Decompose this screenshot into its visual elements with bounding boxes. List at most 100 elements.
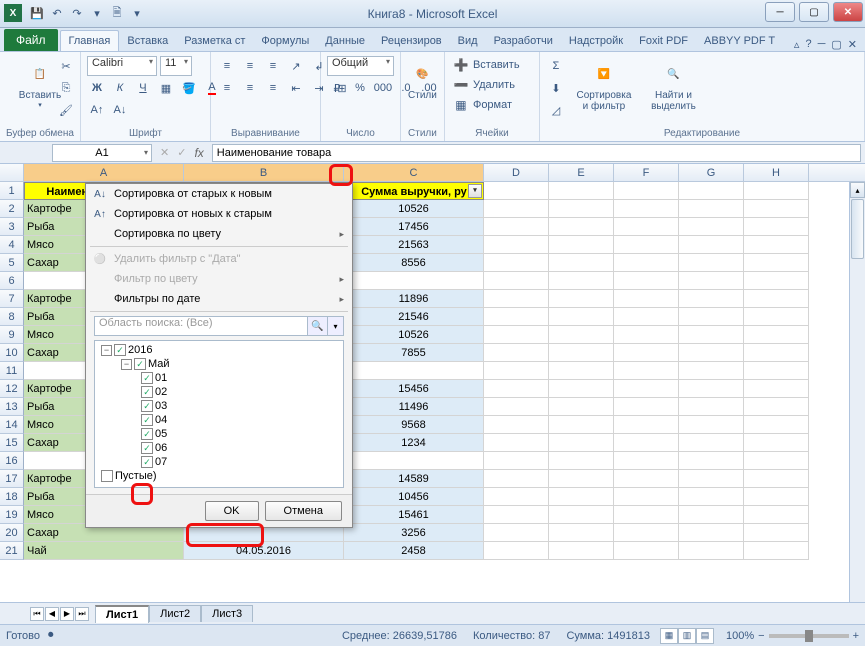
row-header[interactable]: 21 xyxy=(0,542,24,560)
row-header[interactable]: 8 xyxy=(0,308,24,326)
currency-button[interactable]: ₽ xyxy=(327,78,347,98)
confirm-formula-icon[interactable]: ✓ xyxy=(177,146,186,159)
cell[interactable] xyxy=(484,254,549,272)
font-size-select[interactable]: 11 xyxy=(160,56,192,76)
print-preview-icon[interactable]: 🗎 xyxy=(108,5,126,23)
ok-button[interactable]: OK xyxy=(205,501,259,521)
sheet-tab-3[interactable]: Лист3 xyxy=(201,605,253,622)
cell[interactable] xyxy=(614,182,679,200)
cell[interactable] xyxy=(549,434,614,452)
name-box[interactable]: A1 xyxy=(52,144,152,162)
cell-sum[interactable]: 11496 xyxy=(344,398,484,416)
cell[interactable] xyxy=(614,362,679,380)
tree-checkbox[interactable] xyxy=(141,372,153,384)
tab-formulas[interactable]: Формулы xyxy=(253,31,317,51)
cell-sum[interactable]: 11896 xyxy=(344,290,484,308)
cell[interactable] xyxy=(614,218,679,236)
first-sheet-button[interactable]: ⏮ xyxy=(30,607,44,621)
maximize-button[interactable]: ▢ xyxy=(799,2,829,22)
cell[interactable] xyxy=(679,182,744,200)
cell[interactable] xyxy=(484,290,549,308)
cell[interactable] xyxy=(744,398,809,416)
tree-day-item[interactable]: 02 xyxy=(97,385,341,399)
cell[interactable] xyxy=(484,218,549,236)
row-header[interactable]: 12 xyxy=(0,380,24,398)
page-break-button[interactable]: ▤ xyxy=(696,628,714,644)
date-filters-item[interactable]: Фильтры по дате▸ xyxy=(86,289,352,309)
tree-day-item[interactable]: 04 xyxy=(97,413,341,427)
cell[interactable] xyxy=(744,524,809,542)
styles-button[interactable]: 🎨 Стили xyxy=(407,56,438,103)
row-header[interactable]: 5 xyxy=(0,254,24,272)
cell[interactable] xyxy=(679,272,744,290)
cell[interactable] xyxy=(744,362,809,380)
cell[interactable] xyxy=(549,308,614,326)
cell-sum[interactable]: 21546 xyxy=(344,308,484,326)
sort-filter-button[interactable]: 🔽 Сортировка и фильтр xyxy=(570,56,638,126)
minimize-button[interactable]: ─ xyxy=(765,2,795,22)
cell[interactable] xyxy=(679,236,744,254)
row-header[interactable]: 10 xyxy=(0,344,24,362)
col-header-c[interactable]: C xyxy=(344,164,484,181)
tab-insert[interactable]: Вставка xyxy=(119,31,176,51)
cell[interactable] xyxy=(614,416,679,434)
undo-icon[interactable]: ↶ xyxy=(48,5,66,23)
orientation-button[interactable]: ↗ xyxy=(286,56,306,76)
row-header[interactable]: 14 xyxy=(0,416,24,434)
cell-sum[interactable]: 15456 xyxy=(344,380,484,398)
row-header[interactable]: 15 xyxy=(0,434,24,452)
cancel-formula-icon[interactable]: ✕ xyxy=(160,146,169,159)
cancel-button[interactable]: Отмена xyxy=(265,501,342,521)
close-button[interactable]: ✕ xyxy=(833,2,863,22)
format-painter-icon[interactable]: 🖌 xyxy=(56,100,76,120)
format-cells-button[interactable]: ▦Формат xyxy=(451,96,533,114)
cell[interactable] xyxy=(744,254,809,272)
cell[interactable] xyxy=(614,344,679,362)
cell[interactable] xyxy=(549,272,614,290)
cell[interactable] xyxy=(679,506,744,524)
col-header-g[interactable]: G xyxy=(679,164,744,181)
cell-sum[interactable]: 8556 xyxy=(344,254,484,272)
cell[interactable] xyxy=(679,380,744,398)
row-header[interactable]: 16 xyxy=(0,452,24,470)
cell[interactable] xyxy=(744,326,809,344)
row-header[interactable]: 7 xyxy=(0,290,24,308)
cell-sum[interactable] xyxy=(344,272,484,290)
cell[interactable] xyxy=(549,362,614,380)
cell[interactable] xyxy=(549,218,614,236)
tree-checkbox[interactable] xyxy=(141,428,153,440)
cell[interactable] xyxy=(679,218,744,236)
search-icon[interactable]: 🔍 xyxy=(308,316,328,336)
save-icon[interactable]: 💾 xyxy=(28,5,46,23)
underline-button[interactable]: Ч xyxy=(133,78,153,98)
cell-sum[interactable]: 2458 xyxy=(344,542,484,560)
shrink-font-button[interactable]: A↓ xyxy=(110,100,130,120)
cell[interactable] xyxy=(614,200,679,218)
row-header[interactable]: 19 xyxy=(0,506,24,524)
cell[interactable] xyxy=(744,236,809,254)
tree-day-item[interactable]: 01 xyxy=(97,371,341,385)
cell[interactable] xyxy=(614,506,679,524)
tab-addins[interactable]: Надстройк xyxy=(561,31,631,51)
cell[interactable] xyxy=(549,254,614,272)
cell[interactable] xyxy=(679,542,744,560)
zoom-out-button[interactable]: − xyxy=(758,630,764,642)
align-center-button[interactable]: ≡ xyxy=(240,78,260,98)
header-cell-sum[interactable]: Сумма выручки, ру xyxy=(344,182,484,200)
cell-sum[interactable]: 10526 xyxy=(344,200,484,218)
cell-sum[interactable]: 10526 xyxy=(344,326,484,344)
scroll-up-icon[interactable]: ▴ xyxy=(850,182,865,198)
cell[interactable] xyxy=(679,470,744,488)
cell[interactable] xyxy=(679,200,744,218)
sheet-tab-1[interactable]: Лист1 xyxy=(95,605,149,623)
align-left-button[interactable]: ≡ xyxy=(217,78,237,98)
col-header-d[interactable]: D xyxy=(484,164,549,181)
row-header[interactable]: 6 xyxy=(0,272,24,290)
tree-day-item[interactable]: 06 xyxy=(97,441,341,455)
cell[interactable] xyxy=(484,326,549,344)
cell-date[interactable]: 04.05.2016 xyxy=(184,542,344,560)
cell[interactable] xyxy=(484,398,549,416)
zoom-level[interactable]: 100% xyxy=(726,630,754,642)
cell[interactable] xyxy=(744,290,809,308)
tree-checkbox[interactable] xyxy=(141,414,153,426)
